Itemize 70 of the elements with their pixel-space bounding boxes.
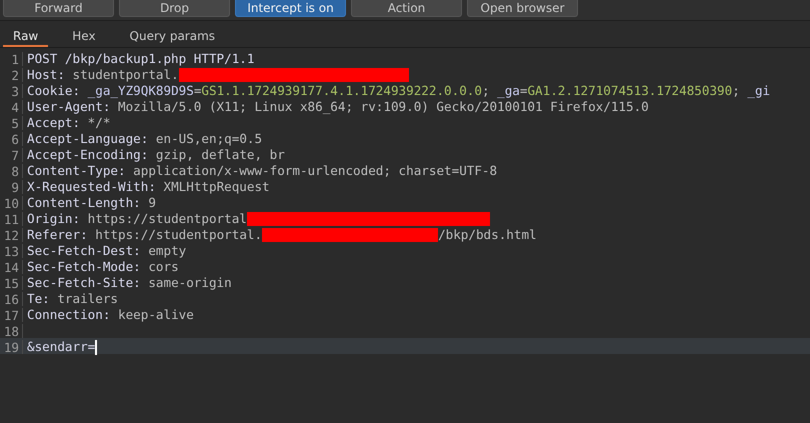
header-value: empty <box>147 243 186 259</box>
cookie-name: _ga_YZ9QK89D9S <box>86 83 194 99</box>
line-number: 10 <box>0 196 23 210</box>
line-number: 1 <box>0 52 23 66</box>
line-number: 4 <box>0 100 23 114</box>
header-name: User-Agent: <box>27 99 110 115</box>
header-value: /bkp/bds.html <box>438 227 537 243</box>
editor-tab[interactable]: Query params <box>120 21 226 47</box>
toolbar-button[interactable]: Action <box>351 0 462 17</box>
header-value: https://studentportal. <box>94 227 262 243</box>
header-value: 9 <box>147 195 156 211</box>
line-number: 16 <box>0 292 23 306</box>
header-name: Sec-Fetch-Site: <box>27 275 141 291</box>
header-value: Mozilla/5.0 (X11; Linux x86_64; rv:109.0) Gecko/20100101 Firefox/115.0 <box>116 99 649 115</box>
header-value: = <box>520 83 528 99</box>
header-name: Content-Length: <box>27 195 141 211</box>
header-name: X-Requested-With: <box>27 179 156 195</box>
toolbar-button[interactable]: Open browser <box>467 0 578 17</box>
cookie-name: _gi <box>747 83 770 99</box>
header-value: studentportal. <box>72 67 179 83</box>
cookie-name: _ga <box>497 83 520 99</box>
header-name: Te: <box>27 291 50 307</box>
header-name: Accept-Encoding: <box>27 147 148 163</box>
header-name: Accept-Language: <box>27 131 148 147</box>
header-name: POST /bkp/backup1.php HTTP/1.1 <box>27 51 254 67</box>
line-number: 12 <box>0 228 23 242</box>
cookie-value: GS1.1.1724939177.4.1.1724939222.0.0.0 <box>201 83 482 99</box>
header-value: application/x-www-form-urlencoded; charset=UTF-8 <box>132 163 498 179</box>
header-value: same-origin <box>147 275 232 291</box>
header-value: gzip, deflate, br <box>154 147 285 163</box>
line-number: 13 <box>0 244 23 258</box>
cookie-value: GA1.2.1271074513.1724850390 <box>527 83 732 99</box>
header-value: keep-alive <box>116 307 194 323</box>
line-number: 15 <box>0 276 23 290</box>
header-name: Origin: <box>27 211 80 227</box>
editor-tab[interactable]: Hex <box>62 21 106 47</box>
line-number: 5 <box>0 116 23 130</box>
header-value: cors <box>147 259 179 275</box>
header-name: Accept: <box>27 115 80 131</box>
header-name: Sec-Fetch-Dest: <box>27 243 141 259</box>
header-name: Referer: <box>27 227 88 243</box>
text-cursor <box>95 340 98 354</box>
toolbar-button[interactable]: Drop <box>119 0 230 17</box>
header-name: Sec-Fetch-Mode: <box>27 259 141 275</box>
line-number: 3 <box>0 84 23 98</box>
line-number: 2 <box>0 68 23 82</box>
line-number: 9 <box>0 180 23 194</box>
line-number: 6 <box>0 132 23 146</box>
line-number: 8 <box>0 164 23 178</box>
line-number: 19 <box>0 340 23 354</box>
header-name: Cookie: <box>27 83 80 99</box>
line-number: 17 <box>0 308 23 322</box>
line-number: 11 <box>0 212 23 226</box>
header-name: Connection: <box>27 307 110 323</box>
header-value: https://studentportal <box>86 211 247 227</box>
header-name: Host: <box>27 67 65 83</box>
header-value: XMLHttpRequest <box>162 179 270 195</box>
header-name: &sendarr= <box>27 339 96 355</box>
header-name: Content-Type: <box>27 163 126 179</box>
toolbar-button[interactable]: Forward <box>3 0 114 17</box>
header-value: en-US,en;q=0.5 <box>154 131 262 147</box>
header-value: ; <box>732 83 741 99</box>
header-value: = <box>194 83 202 99</box>
editor-tab[interactable]: Raw <box>3 21 48 47</box>
line-number: 14 <box>0 260 23 274</box>
line-number: 7 <box>0 148 23 162</box>
header-value: */* <box>86 115 110 131</box>
header-value: ; <box>482 83 491 99</box>
toolbar-button[interactable]: Intercept is on <box>235 0 346 17</box>
header-value: trailers <box>56 291 118 307</box>
